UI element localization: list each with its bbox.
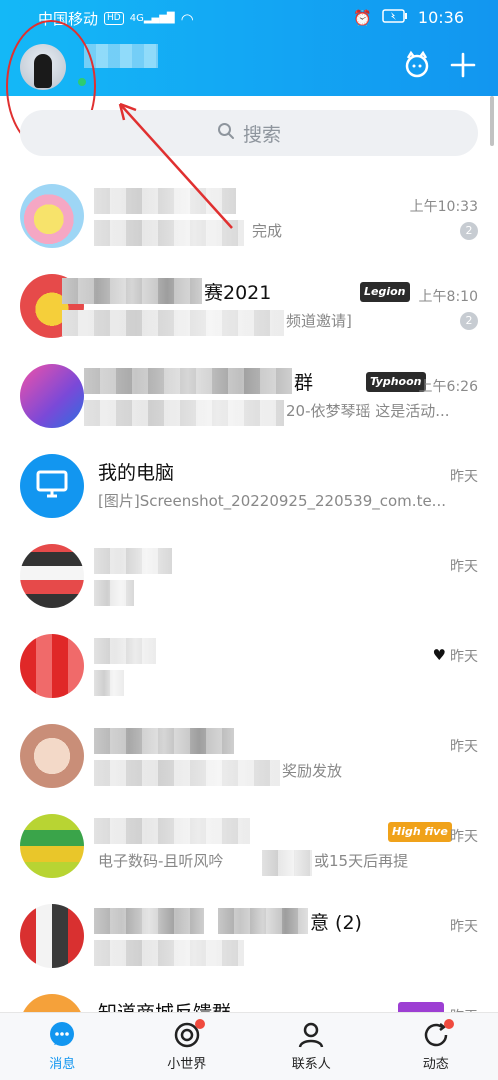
monitor-icon [36,470,68,502]
hd-badge: HD [104,12,124,25]
conversation-preview: 20-依梦琴瑶 这是活动... [286,402,450,420]
conversation-avatar [20,364,84,428]
blurred-preview [94,220,244,246]
conversation-time: 昨天 [450,469,478,485]
conversation-row[interactable]: ♥ 昨天 [0,624,498,714]
blurred-title [94,728,234,754]
conversation-preview: [图片]Screenshot_20220925_220539_com.te... [98,492,446,510]
conversation-avatar [20,814,84,878]
blurred-preview [94,670,124,696]
conversation-row[interactable]: 意 (2) 昨天 [0,894,498,984]
tab-label: 联系人 [291,1057,331,1072]
conversation-time: 昨天 [450,559,478,575]
blurred-title [84,368,292,394]
wifi-icon: ◠ [180,9,194,28]
tab-activity[interactable]: 动态 [374,1013,498,1080]
gift-heart-icon: ♥ [432,646,446,664]
conversation-avatar [20,544,84,608]
conversation-preview: 奖励发放 [282,762,343,780]
blurred-title [94,638,156,664]
group-tag-logo: High five [388,822,452,842]
blurred-title [94,188,236,214]
blurred-title [94,818,250,844]
conversation-title: 赛2021 [204,282,272,304]
blurred-preview [94,580,134,606]
tab-contacts[interactable]: 联系人 [249,1013,374,1080]
computer-avatar [20,454,84,518]
conversation-time: 昨天 [450,919,478,935]
conversation-preview-tail: 或15天后再提 [314,852,409,870]
conversation-time: 上午8:10 [418,289,478,305]
conversation-preview: 电子数码-且听风吟 [98,852,224,870]
unread-badge: 2 [460,312,478,330]
signal-icon: 4G▂▄▆█ [129,13,175,24]
add-icon[interactable] [446,48,480,82]
search-placeholder: 搜索 [242,123,281,146]
blurred-username [84,44,158,68]
blurred-preview [94,940,244,966]
blurred-title [94,908,204,934]
battery-icon [382,8,408,27]
conversation-row[interactable]: 奖励发放 昨天 [0,714,498,804]
conversation-row[interactable]: 完成 上午10:33 2 [0,174,498,264]
group-tag-logo: Legion [360,282,410,302]
notification-dot [194,1019,205,1029]
group-tag-logo: Typhoon [366,372,426,392]
conversation-row[interactable]: 赛2021 频道邀请] Legion 上午8:10 2 [0,264,498,354]
conversation-title: 我的电脑 [98,462,175,484]
blurred-title [94,548,172,574]
conversation-title: 意 (2) [310,912,362,934]
tab-label: 小世界 [167,1057,207,1072]
conversation-time: 昨天 [450,829,478,845]
world-icon [173,1019,205,1049]
search-icon [217,122,235,145]
pet-icon[interactable] [400,48,434,82]
status-time: 10:36 [417,8,464,27]
tab-label: 消息 [49,1057,76,1072]
conversation-avatar [20,724,84,788]
conversation-list: 完成 上午10:33 2 赛2021 频道邀请] Legion 上午8:10 2… [0,174,498,1074]
conversation-title: 群 [294,372,314,394]
conversation-row[interactable]: 电子数码-且听风吟 或15天后再提 High five 昨天 [0,804,498,894]
alarm-icon: ⏰ [353,8,372,27]
conversation-row[interactable]: 群 20-依梦琴瑶 这是活动... Typhoon 上午6:26 [0,354,498,444]
blurred-preview [62,310,284,336]
conversation-avatar [20,904,84,968]
tab-small-world[interactable]: 小世界 [125,1013,250,1080]
scrollbar[interactable] [490,96,494,146]
tab-label: 动态 [422,1057,449,1072]
conversation-row-my-computer[interactable]: 我的电脑 [图片]Screenshot_20220925_220539_com.… [0,444,498,534]
conversation-time: 上午6:26 [418,379,478,395]
blurred-preview [84,400,284,426]
conversation-preview: 完成 [252,222,283,240]
conversation-avatar [20,634,84,698]
contacts-icon [297,1021,325,1049]
conversation-preview: 频道邀请] [286,312,352,330]
tab-messages[interactable]: 消息 [0,1013,125,1080]
activity-icon [422,1019,454,1049]
message-icon [48,1021,76,1049]
conversation-time: 上午10:33 [409,199,478,215]
unread-badge: 2 [460,222,478,240]
conversation-row[interactable]: 昨天 [0,534,498,624]
conversation-time: 昨天 [450,649,478,665]
conversation-time: 昨天 [450,739,478,755]
search-bar[interactable]: 搜索 [20,110,478,156]
blurred-title [62,278,202,304]
blurred-preview [94,760,280,786]
blurred-title [218,908,308,934]
conversation-avatar [20,184,84,248]
bottom-navigation: 消息 小世界 联系人 动态 [0,1012,498,1080]
notification-dot [443,1019,454,1029]
blurred-preview [262,850,312,876]
